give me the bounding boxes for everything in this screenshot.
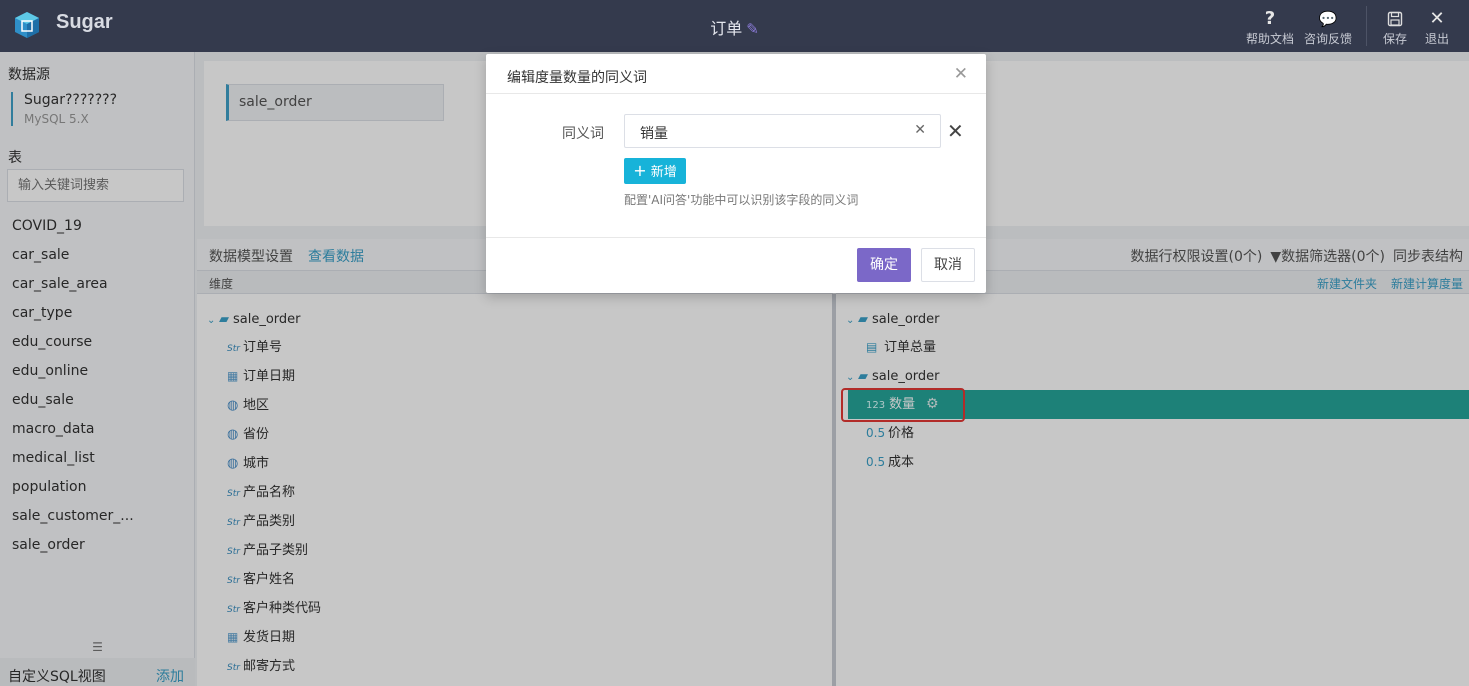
add-synonym-button[interactable]: + 新增	[624, 158, 686, 184]
edit-title-icon[interactable]: ✎	[746, 20, 759, 38]
remove-synonym-icon[interactable]: ✕	[947, 119, 964, 143]
modal-close-icon[interactable]: ✕	[954, 64, 968, 84]
modal-title: 编辑度量数量的同义词	[507, 70, 647, 86]
modal-header: 编辑度量数量的同义词 ✕	[486, 54, 986, 94]
plus-icon: +	[633, 161, 647, 180]
cancel-button[interactable]: 取消	[921, 248, 975, 282]
page-title-text: 订单	[710, 19, 743, 38]
chat-icon: 💬	[1318, 10, 1338, 28]
synonym-input[interactable]: 销量 ✕	[624, 114, 941, 148]
feedback-button[interactable]: 💬 咨询反馈	[1304, 8, 1352, 47]
clear-input-icon[interactable]: ✕	[914, 122, 926, 138]
help-docs-button[interactable]: ? 帮助文档	[1246, 8, 1294, 47]
exit-button[interactable]: ✕ 退出	[1425, 8, 1449, 47]
add-synonym-label: 新增	[650, 165, 677, 180]
synonym-label: 同义词	[562, 126, 604, 142]
exit-label: 退出	[1425, 32, 1450, 46]
synonym-input-value: 销量	[640, 126, 668, 142]
close-icon: ✕	[1429, 8, 1445, 29]
header-divider	[1366, 6, 1367, 46]
modal-footer-divider	[486, 237, 986, 238]
synonym-hint: 配置'AI问答'功能中可以识别该字段的同义词	[624, 193, 859, 207]
save-button[interactable]: 保存	[1383, 8, 1407, 47]
confirm-button[interactable]: 确定	[857, 248, 911, 282]
save-icon	[1383, 8, 1407, 30]
save-label: 保存	[1383, 32, 1408, 46]
synonym-modal: 编辑度量数量的同义词 ✕ 同义词 销量 ✕ ✕ + 新增 配置'AI问答'功能中可…	[486, 54, 986, 293]
help-docs-label: 帮助文档	[1246, 32, 1295, 46]
top-bar: Sugar 订单 ✎ ? 帮助文档 💬 咨询反馈 保存 ✕ 退出	[0, 0, 1469, 52]
question-icon: ?	[1264, 8, 1276, 29]
feedback-label: 咨询反馈	[1304, 32, 1353, 46]
